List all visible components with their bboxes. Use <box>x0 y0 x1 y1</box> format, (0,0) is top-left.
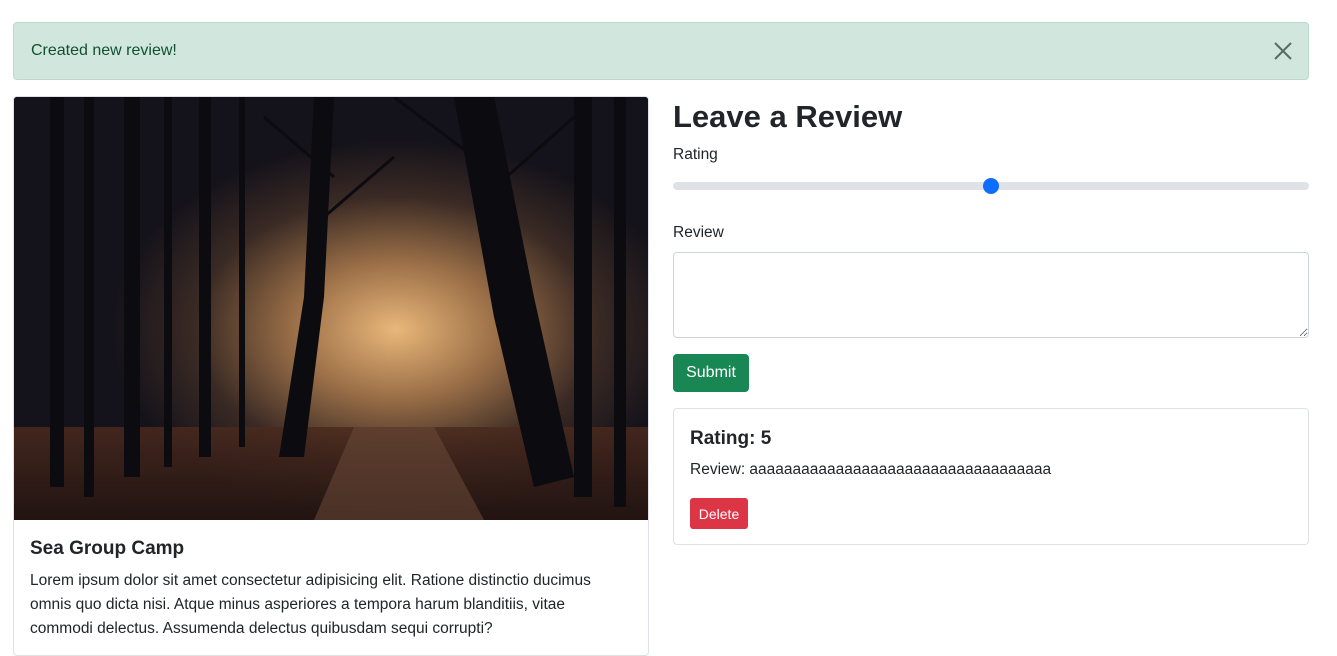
review-textarea[interactable] <box>673 252 1309 338</box>
success-alert: Created new review! <box>13 22 1309 80</box>
alert-message: Created new review! <box>31 42 177 59</box>
campground-description: Lorem ipsum dolor sit amet consectetur a… <box>30 572 591 637</box>
rating-slider-thumb[interactable] <box>983 178 999 194</box>
review-label: Review <box>673 224 724 241</box>
campground-title: Sea Group Camp <box>30 538 185 559</box>
delete-button[interactable]: Delete <box>690 498 748 529</box>
review-card: Rating: 5 Review: aaaaaaaaaaaaaaaaaaaaaa… <box>673 408 1309 545</box>
review-rating: Rating: 5 <box>690 428 772 449</box>
campground-card: Sea Group Camp Lorem ipsum dolor sit ame… <box>13 96 649 656</box>
submit-button[interactable]: Submit <box>673 354 749 392</box>
close-icon[interactable] <box>1272 40 1294 62</box>
review-text: Review: aaaaaaaaaaaaaaaaaaaaaaaaaaaaaaaa… <box>690 461 1052 478</box>
rating-label: Rating <box>673 146 718 163</box>
review-form-heading: Leave a Review <box>673 99 903 134</box>
campground-image <box>14 97 648 520</box>
